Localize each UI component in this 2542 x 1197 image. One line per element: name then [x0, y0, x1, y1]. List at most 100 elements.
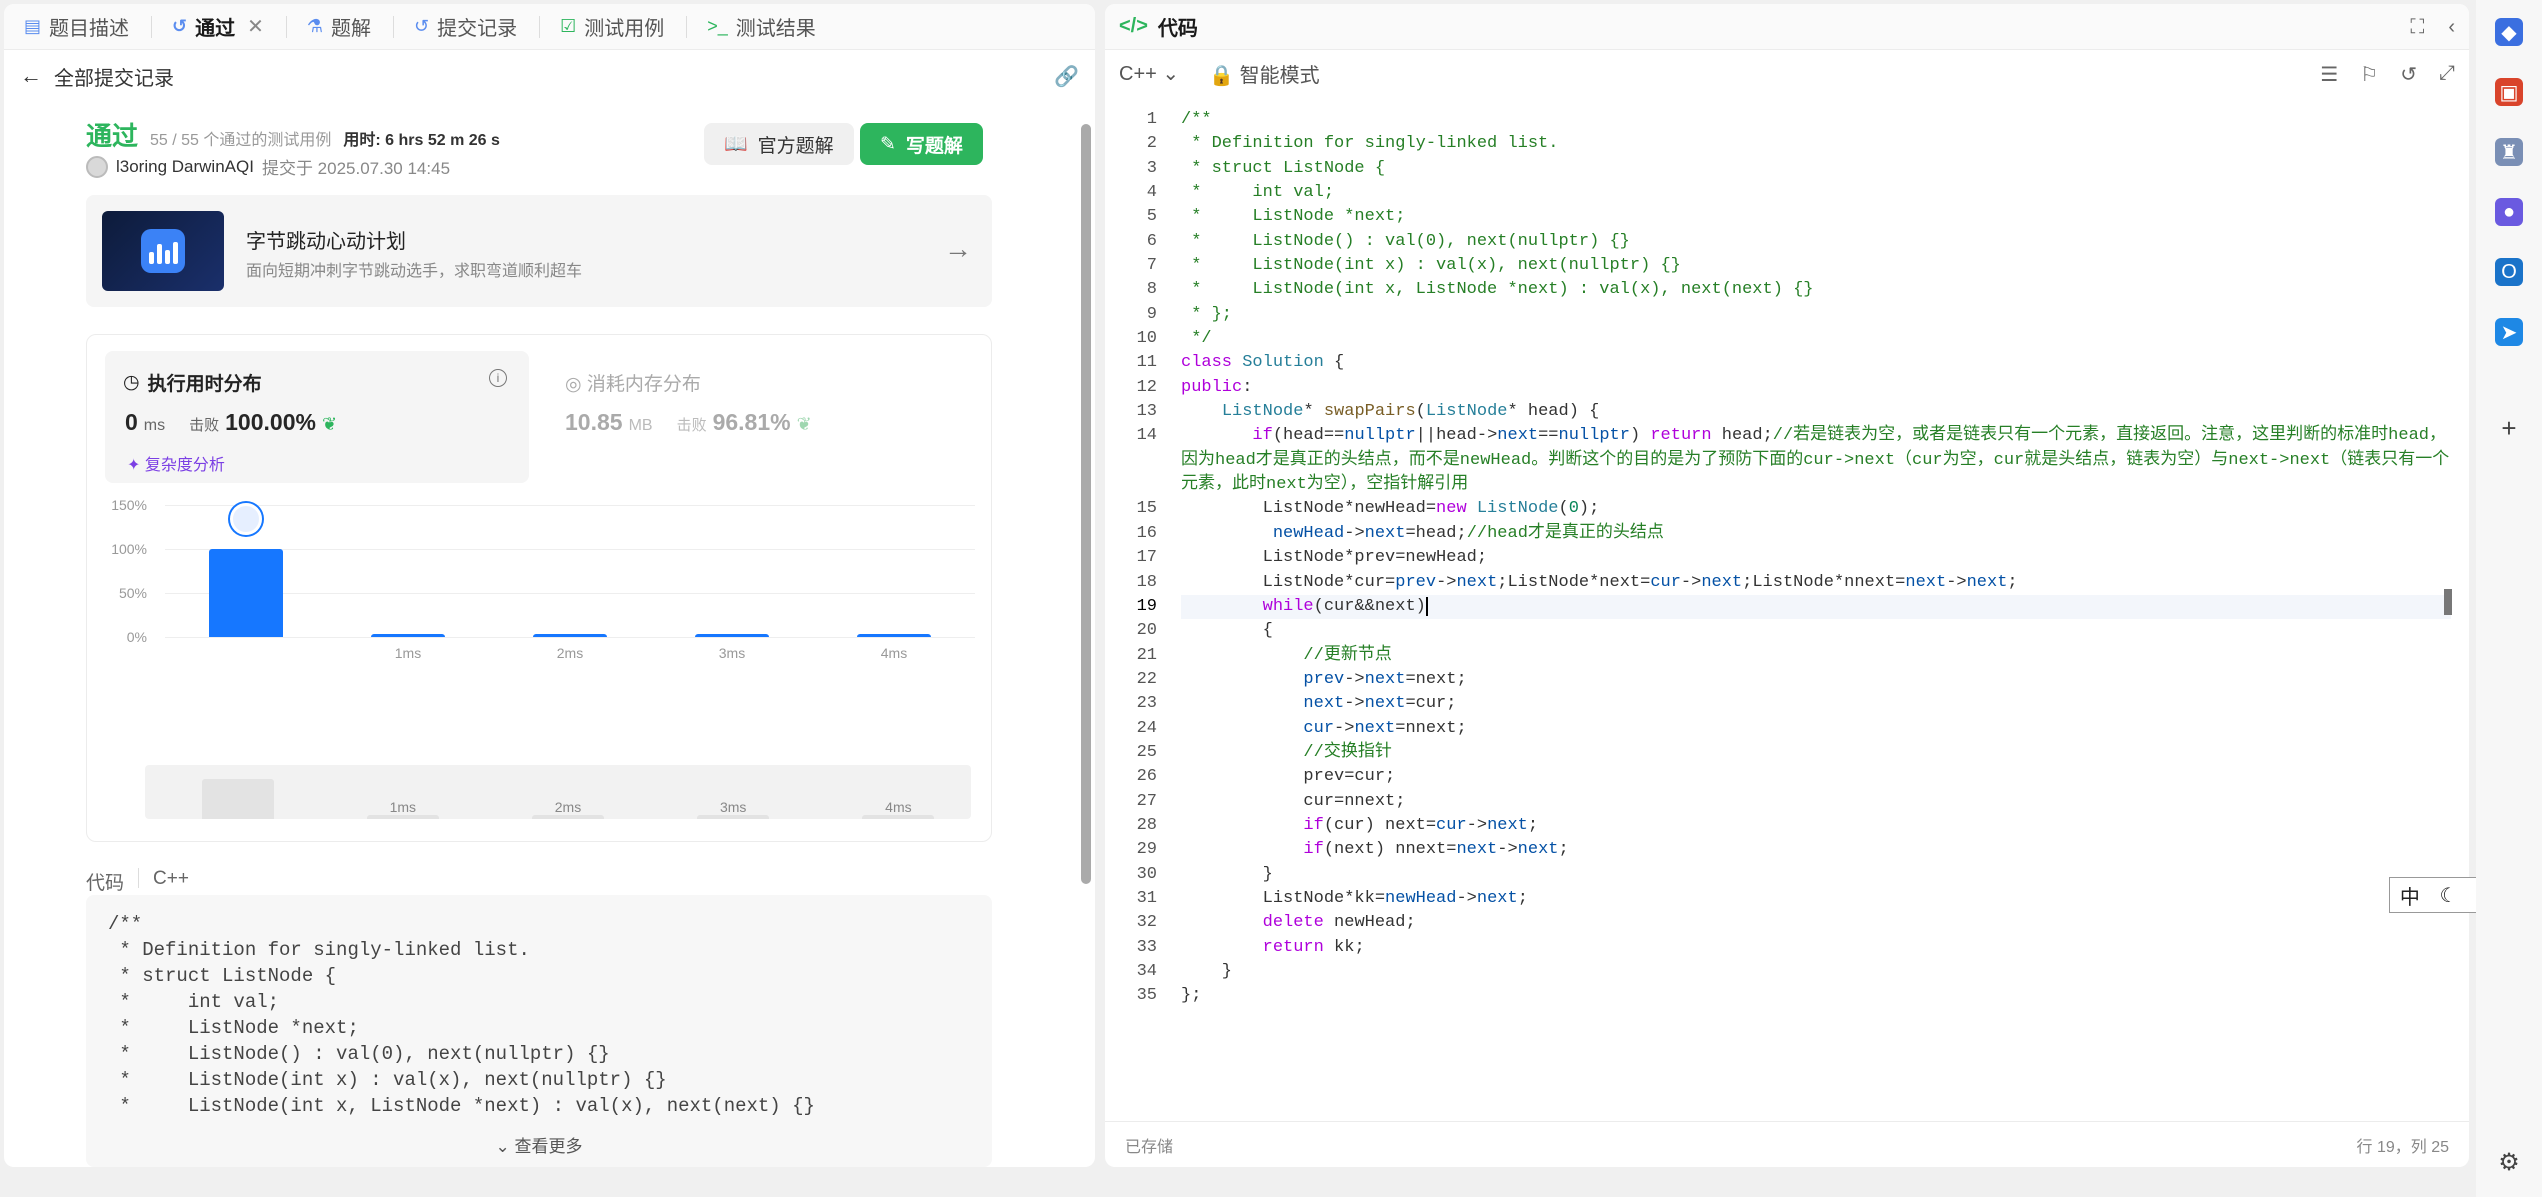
result-cases: 55 / 55 个通过的测试用例 [150, 132, 332, 149]
code-editor-panel: </> 代码 ⛶ ‹ C++ ⌄ 🔒 智能模式 ☰ ⚐ ↺ ⤢ 12345678… [1105, 4, 2469, 1167]
line-number: 12 [1136, 377, 1157, 397]
y-tick-label: 0% [126, 629, 147, 645]
code-icon: </> [1119, 15, 1148, 37]
code-line: } [1181, 962, 1233, 981]
line-number: 2 [1146, 134, 1157, 154]
gridline [165, 505, 975, 506]
chevron-down-icon: ⌄ [495, 1137, 515, 1156]
editor-title: 代码 [1157, 18, 1198, 40]
code-preview-line: * ListNode(int x) : val(x), next(nullptr… [108, 1069, 667, 1091]
gear-icon[interactable]: ⚙ [2495, 1148, 2523, 1176]
tab-description[interactable]: ▤ 题目描述 [14, 4, 162, 50]
close-icon[interactable]: ✕ [247, 14, 264, 39]
navigator-tick-label: 2ms [554, 799, 582, 815]
code-editor[interactable]: 1 2 3 4 5 6 7 8 9 10 11 12 13 14 15 16 17 18 19 20 21 22 23 24 2… [1105, 100, 2453, 1120]
smart-mode-toggle[interactable]: 🔒 智能模式 [1209, 59, 1319, 88]
send-icon[interactable]: ➤ [2495, 318, 2523, 346]
code-line: * ListNode *next; [1181, 207, 1406, 227]
tag-icon[interactable]: ◆ [2495, 18, 2523, 46]
runtime-value-row: 0 ms 击败 100.00% ❦ [125, 409, 337, 436]
outlook-icon[interactable]: O [2495, 258, 2523, 286]
collapse-icon[interactable]: ‹ [2448, 16, 2455, 39]
memory-label[interactable]: ◎ 消耗内存分布 [565, 369, 701, 396]
line-number: 27 [1136, 791, 1157, 811]
tab-solutions[interactable]: ⚗ 题解 [297, 4, 404, 50]
chess-icon[interactable]: ♜ [2495, 138, 2523, 166]
chart-bar[interactable] [695, 634, 769, 637]
line-number: 20 [1136, 621, 1157, 641]
line-number: 5 [1146, 207, 1157, 227]
avatar[interactable] [86, 155, 108, 178]
edit-icon: ✎ [880, 133, 896, 155]
runtime-distribution-chart[interactable]: 0% 50% 100% 150% 1ms 2ms 3ms 4ms [87, 495, 993, 695]
code-line: if(cur) next=cur->next; [1303, 815, 1539, 835]
chart-range-navigator[interactable]: 1ms 2ms 3ms 4ms [145, 765, 971, 819]
complexity-analysis-link[interactable]: ✦ 复杂度分析 [127, 451, 225, 475]
runtime-value: 0 [125, 409, 138, 435]
username[interactable]: l3oring DarwinAQI [116, 157, 254, 177]
line-number: 16 [1136, 523, 1157, 543]
chart-bar[interactable] [857, 634, 931, 637]
moon-icon[interactable]: ☾ [2439, 883, 2457, 908]
editor-scroll-marker[interactable] [2444, 589, 2452, 615]
app: ▤ 题目描述 ↺ 通过 ✕ ⚗ 题解 ↺ 提交记录 ☑ 测试用例 >_ 测试结果 ← 全部提交… [0, 0, 2542, 1197]
link-icon[interactable]: 🔗 [1054, 64, 1079, 89]
sparkle-icon: ✦ [127, 457, 145, 474]
line-number: 29 [1136, 840, 1157, 860]
arrow-left-icon[interactable]: ← [20, 63, 42, 89]
plus-icon[interactable]: + [2495, 413, 2523, 443]
performance-stats: ◷ 执行用时分布 i 0 ms 击败 100.00% ❦ ✦ 复杂度分析 ◎ 消耗… [86, 334, 992, 842]
gridline [165, 549, 975, 550]
result-header: 通过 55 / 55 个通过的测试用例 用时: 6 hrs 52 m 26 s [86, 116, 500, 153]
tab-testcases[interactable]: ☑ 测试用例 [550, 4, 697, 50]
reset-icon[interactable]: ↺ [2400, 62, 2417, 87]
show-more-button[interactable]: ⌄ 查看更多 [86, 1132, 992, 1157]
tab-test-results[interactable]: >_ 测试结果 [697, 4, 826, 50]
format-icon[interactable]: ☰ [2320, 62, 2338, 87]
code-line: */ [1181, 329, 1212, 349]
navigator-bar [366, 815, 439, 819]
tab-accepted[interactable]: ↺ 通过 ✕ [162, 4, 297, 50]
editor-toolbar: C++ ⌄ 🔒 智能模式 ☰ ⚐ ↺ ⤢ [1105, 50, 2469, 96]
scrollbar[interactable] [1081, 104, 1091, 1164]
chart-bar[interactable] [371, 634, 445, 637]
code-preview-line: * int val; [108, 991, 280, 1013]
code-line: * struct ListNode { [1181, 158, 1386, 178]
code-line: prev=cur; [1181, 767, 1396, 787]
code-line: * Definition for singly-linked list. [1181, 134, 1559, 154]
code-preview-line: /** [108, 913, 143, 935]
code-lines[interactable]: /** * Definition for singly-linked list.… [1181, 108, 2451, 1009]
code-section-header: 代码 C++ [86, 868, 189, 895]
flask-icon: ⚗ [306, 16, 324, 36]
line-number: 14 [1136, 426, 1157, 446]
code-line: public: [1181, 377, 1253, 397]
language-select[interactable]: C++ ⌄ [1119, 61, 1179, 86]
line-number: 26 [1136, 767, 1157, 787]
expand-icon[interactable]: ⤢ [2439, 62, 2455, 87]
history-icon: ↺ [172, 16, 188, 36]
x-tick-label: 3ms [718, 645, 746, 661]
line-number: 22 [1136, 669, 1157, 689]
back-to-submissions[interactable]: 全部提交记录 [54, 62, 174, 91]
info-icon[interactable]: i [489, 369, 507, 387]
ime-mode[interactable]: 中 [2400, 881, 2420, 910]
promo-card[interactable]: 字节跳动心动计划 面向短期冲刺字节跳动选手，求职弯道顺利超车 → [86, 195, 992, 307]
line-number: 25 [1136, 742, 1157, 762]
y-tick-label: 50% [118, 585, 147, 601]
chart-bar[interactable] [209, 549, 283, 637]
fullscreen-icon[interactable]: ⛶ [2410, 16, 2424, 39]
x-tick-label: 4ms [880, 645, 908, 661]
line-number: 33 [1136, 937, 1157, 957]
runtime-card[interactable]: ◷ 执行用时分布 i 0 ms 击败 100.00% ❦ ✦ 复杂度分析 [105, 351, 529, 483]
write-solution-button[interactable]: ✎ 写题解 [860, 123, 983, 165]
code-label: 代码 [86, 873, 125, 894]
copilot-icon[interactable]: ● [2495, 198, 2523, 226]
bookmark-icon[interactable]: ⚐ [2360, 62, 2378, 87]
chart-bar[interactable] [533, 634, 607, 637]
code-line: * }; [1181, 304, 1233, 324]
tab-submissions[interactable]: ↺ 提交记录 [404, 4, 550, 50]
toolbox-icon[interactable]: ▣ [2495, 78, 2523, 106]
code-line: return kk; [1262, 937, 1365, 957]
official-solution-button[interactable]: 📖 官方题解 [704, 123, 854, 165]
cursor-position: 行 19，列 25 [2356, 1138, 2450, 1156]
